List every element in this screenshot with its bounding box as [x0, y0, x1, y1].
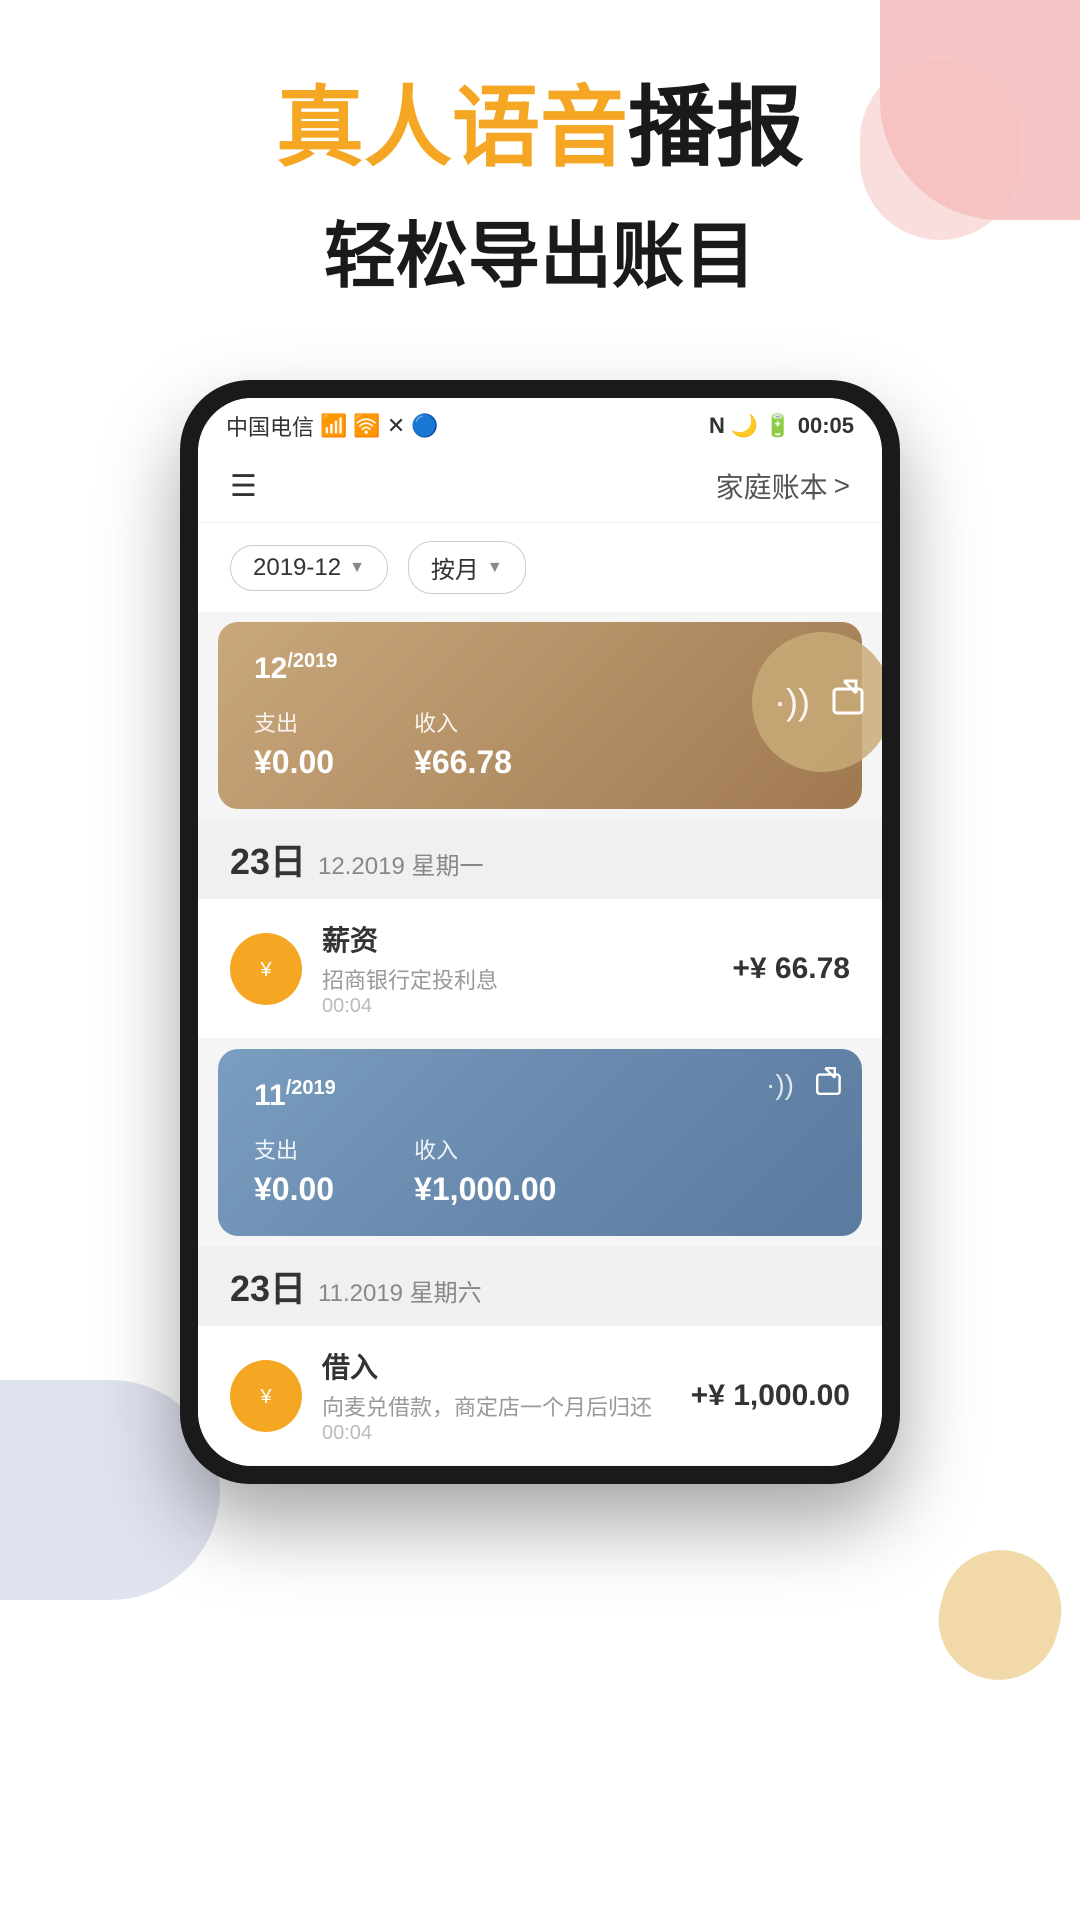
status-right: N 🌙 🔋 00:05: [709, 413, 854, 439]
app-header-bar: ☰ 家庭账本 >: [198, 450, 882, 523]
date-separator-dec: 23日 12.2019 星期一: [198, 819, 882, 899]
status-left: 中国电信 📶 🛜 ✕ 🔵: [226, 410, 439, 442]
export-icon-blue[interactable]: [814, 1065, 846, 1104]
expense-label-dec: 支出: [254, 706, 334, 738]
income-label-nov: 收入: [414, 1133, 556, 1165]
transaction-icon-salary: ¥: [230, 933, 302, 1005]
transaction-item-salary[interactable]: ¥ 薪资 招商银行定投利息 00:04 +¥ 66.78: [198, 899, 882, 1039]
sound-icon[interactable]: ·)): [774, 681, 810, 723]
moon-icon: 🌙: [731, 413, 758, 439]
svg-text:¥: ¥: [259, 959, 272, 981]
expense-amount-dec: ¥0.00: [254, 744, 334, 780]
title-orange-part: 真人语音: [276, 78, 628, 177]
card-year: /2019: [287, 650, 337, 672]
card-action-circle: ·)): [752, 632, 882, 772]
date-filter-label: 2019-12: [253, 554, 341, 582]
transaction-amount-borrow: +¥ 1,000.00: [691, 1379, 850, 1413]
header-subtitle: 轻松导出账目: [0, 197, 1080, 302]
card-month-num: 12: [254, 652, 287, 685]
income-amount-dec: ¥66.78: [414, 744, 512, 780]
transaction-time-salary: 00:04: [322, 995, 712, 1018]
title-black-part: 播报: [628, 78, 804, 177]
expense-amount-nov: ¥0.00: [254, 1171, 334, 1207]
card-row-nov: 支出 ¥0.00 收入 ¥1,000.00: [254, 1133, 826, 1208]
signal-icon: 📶: [320, 413, 347, 439]
phone-outer-frame: 中国电信 📶 🛜 ✕ 🔵 N 🌙 🔋 00:05 ☰ 家庭账本: [180, 380, 900, 1484]
transaction-amount-salary: +¥ 66.78: [732, 952, 850, 986]
card-row-dec: 支出 ¥0.00 收入 ¥66.78: [254, 706, 826, 781]
time-display: 00:05: [798, 413, 854, 439]
income-col-dec: 收入 ¥66.78: [414, 706, 512, 781]
month-card-dec: 12/2019 支出 ¥0.00 收入 ¥66.78 ·)): [218, 622, 862, 809]
period-filter-arrow: ▼: [487, 559, 503, 577]
transaction-sub-salary: 招商银行定投利息: [322, 963, 712, 995]
svg-text:¥: ¥: [259, 1386, 272, 1408]
date-detail-dec: 12.2019 星期一: [318, 846, 483, 881]
expense-col-nov: 支出 ¥0.00: [254, 1133, 334, 1208]
transaction-icon-borrow: ¥: [230, 1360, 302, 1432]
filter-bar: 2019-12 ▼ 按月 ▼: [198, 523, 882, 612]
date-day-nov: 23日: [230, 1260, 306, 1312]
menu-icon[interactable]: ☰: [230, 469, 257, 504]
expense-col-dec: 支出 ¥0.00: [254, 706, 334, 781]
date-filter-button[interactable]: 2019-12 ▼: [230, 545, 388, 591]
phone-screen: 中国电信 📶 🛜 ✕ 🔵 N 🌙 🔋 00:05 ☰ 家庭账本: [198, 398, 882, 1466]
income-label-dec: 收入: [414, 706, 512, 738]
income-amount-nov: ¥1,000.00: [414, 1171, 556, 1207]
transaction-info-borrow: 借入 向麦兑借款，商定店一个月后归还 00:04: [322, 1346, 671, 1445]
carrier-text: 中国电信: [226, 410, 314, 442]
period-filter-button[interactable]: 按月 ▼: [408, 541, 526, 594]
nfc-icon: N: [709, 413, 725, 439]
transaction-sub-borrow: 向麦兑借款，商定店一个月后归还: [322, 1390, 671, 1422]
card-year-nov: /2019: [286, 1077, 336, 1099]
date-filter-arrow: ▼: [349, 559, 365, 577]
transaction-name-salary: 薪资: [322, 919, 712, 959]
income-col-nov: 收入 ¥1,000.00: [414, 1133, 556, 1208]
card-month-dec: 12/2019: [254, 650, 826, 686]
extra-icon: ✕: [387, 413, 405, 439]
app-icon: 🔵: [411, 413, 438, 439]
book-name-label: 家庭账本: [716, 466, 828, 506]
book-chevron: >: [834, 470, 850, 502]
battery-icon: 🔋: [764, 413, 791, 439]
date-day-dec: 23日: [230, 833, 306, 885]
export-icon[interactable]: [830, 677, 870, 726]
card-month-nov: 11/2019: [254, 1077, 826, 1113]
transaction-time-borrow: 00:04: [322, 1422, 671, 1445]
date-detail-nov: 11.2019 星期六: [318, 1273, 482, 1308]
card-actions-blue: ·)): [766, 1065, 846, 1104]
wifi-icon: 🛜: [353, 413, 380, 439]
transaction-name-borrow: 借入: [322, 1346, 671, 1386]
date-separator-nov: 23日 11.2019 星期六: [198, 1246, 882, 1326]
book-name[interactable]: 家庭账本 >: [716, 466, 850, 506]
transaction-item-borrow[interactable]: ¥ 借入 向麦兑借款，商定店一个月后归还 00:04 +¥ 1,000.00: [198, 1326, 882, 1466]
sound-icon-blue[interactable]: ·)): [766, 1069, 794, 1101]
transaction-info-salary: 薪资 招商银行定投利息 00:04: [322, 919, 712, 1018]
expense-label-nov: 支出: [254, 1133, 334, 1165]
period-filter-label: 按月: [431, 550, 479, 585]
header-title: 真人语音播报: [0, 80, 1080, 177]
status-bar: 中国电信 📶 🛜 ✕ 🔵 N 🌙 🔋 00:05: [198, 398, 882, 450]
header-section: 真人语音播报 轻松导出账目: [0, 80, 1080, 302]
month-card-nov: ·)) 11/2019 支出 ¥0.00: [218, 1049, 862, 1236]
deco-shape-bottom-right: [925, 1537, 1075, 1694]
card-month-num-nov: 11: [254, 1079, 286, 1112]
phone-mockup: 中国电信 📶 🛜 ✕ 🔵 N 🌙 🔋 00:05 ☰ 家庭账本: [180, 380, 900, 1484]
